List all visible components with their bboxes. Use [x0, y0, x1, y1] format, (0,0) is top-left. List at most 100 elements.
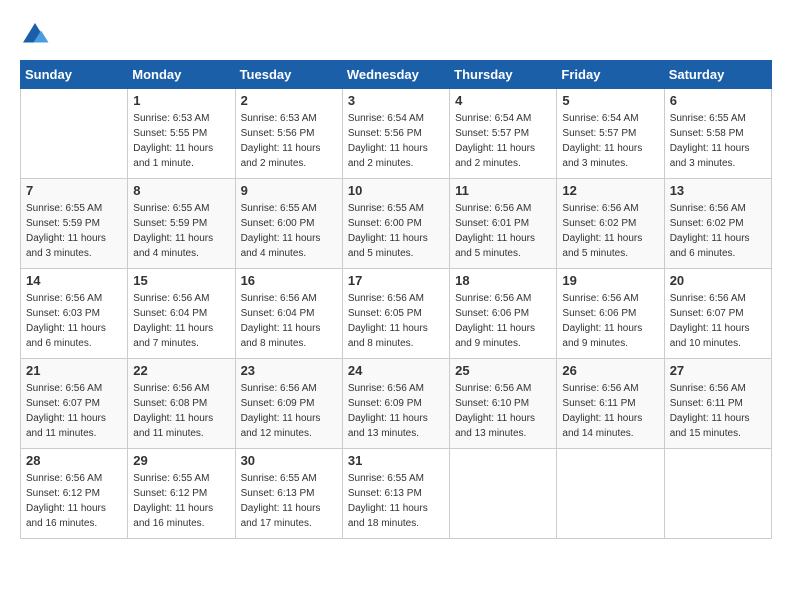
day-info: Sunrise: 6:56 AMSunset: 6:05 PMDaylight:…: [348, 291, 444, 351]
calendar-cell: 23 Sunrise: 6:56 AMSunset: 6:09 PMDayligh…: [235, 359, 342, 449]
logo: [20, 20, 54, 50]
day-number: 9: [241, 183, 337, 198]
day-number: 11: [455, 183, 551, 198]
day-number: 4: [455, 93, 551, 108]
calendar-cell: 30 Sunrise: 6:55 AMSunset: 6:13 PMDayligh…: [235, 449, 342, 539]
day-info: Sunrise: 6:55 AMSunset: 6:13 PMDaylight:…: [241, 471, 337, 531]
day-number: 10: [348, 183, 444, 198]
calendar-cell: 17 Sunrise: 6:56 AMSunset: 6:05 PMDayligh…: [342, 269, 449, 359]
day-number: 22: [133, 363, 229, 378]
day-info: Sunrise: 6:56 AMSunset: 6:09 PMDaylight:…: [348, 381, 444, 441]
header-day: Wednesday: [342, 61, 449, 89]
day-number: 26: [562, 363, 658, 378]
day-info: Sunrise: 6:55 AMSunset: 5:59 PMDaylight:…: [26, 201, 122, 261]
day-number: 3: [348, 93, 444, 108]
calendar-cell: 6 Sunrise: 6:55 AMSunset: 5:58 PMDaylight…: [664, 89, 771, 179]
calendar-cell: 14Sunrise: 6:56 AMSunset: 6:03 PMDayligh…: [21, 269, 128, 359]
calendar-cell: 10Sunrise: 6:55 AMSunset: 6:00 PMDayligh…: [342, 179, 449, 269]
header-day: Monday: [128, 61, 235, 89]
day-number: 14: [26, 273, 122, 288]
calendar-table: SundayMondayTuesdayWednesdayThursdayFrid…: [20, 60, 772, 539]
calendar-cell: 13 Sunrise: 6:56 AMSunset: 6:02 PMDayligh…: [664, 179, 771, 269]
day-info: Sunrise: 6:56 AMSunset: 6:10 PMDaylight:…: [455, 381, 551, 441]
day-info: Sunrise: 6:56 AMSunset: 6:06 PMDaylight:…: [562, 291, 658, 351]
calendar-cell: 25 Sunrise: 6:56 AMSunset: 6:10 PMDayligh…: [450, 359, 557, 449]
day-info: Sunrise: 6:56 AMSunset: 6:06 PMDaylight:…: [455, 291, 551, 351]
calendar-cell: 18 Sunrise: 6:56 AMSunset: 6:06 PMDayligh…: [450, 269, 557, 359]
page-header: [20, 20, 772, 50]
calendar-cell: [557, 449, 664, 539]
day-number: 28: [26, 453, 122, 468]
calendar-cell: 19 Sunrise: 6:56 AMSunset: 6:06 PMDayligh…: [557, 269, 664, 359]
day-info: Sunrise: 6:54 AMSunset: 5:57 PMDaylight:…: [455, 111, 551, 171]
header-day: Friday: [557, 61, 664, 89]
day-number: 12: [562, 183, 658, 198]
day-number: 20: [670, 273, 766, 288]
calendar-week: 14Sunrise: 6:56 AMSunset: 6:03 PMDayligh…: [21, 269, 772, 359]
day-info: Sunrise: 6:56 AMSunset: 6:12 PMDaylight:…: [26, 471, 122, 531]
day-info: Sunrise: 6:56 AMSunset: 6:02 PMDaylight:…: [562, 201, 658, 261]
header-day: Saturday: [664, 61, 771, 89]
day-number: 25: [455, 363, 551, 378]
calendar-cell: 26 Sunrise: 6:56 AMSunset: 6:11 PMDayligh…: [557, 359, 664, 449]
day-info: Sunrise: 6:56 AMSunset: 6:01 PMDaylight:…: [455, 201, 551, 261]
day-info: Sunrise: 6:55 AMSunset: 5:58 PMDaylight:…: [670, 111, 766, 171]
header-day: Tuesday: [235, 61, 342, 89]
day-info: Sunrise: 6:56 AMSunset: 6:07 PMDaylight:…: [670, 291, 766, 351]
calendar-cell: 5 Sunrise: 6:54 AMSunset: 5:57 PMDaylight…: [557, 89, 664, 179]
day-number: 5: [562, 93, 658, 108]
calendar-cell: 2 Sunrise: 6:53 AMSunset: 5:56 PMDaylight…: [235, 89, 342, 179]
calendar-week: 7 Sunrise: 6:55 AMSunset: 5:59 PMDaylight…: [21, 179, 772, 269]
day-number: 23: [241, 363, 337, 378]
day-number: 29: [133, 453, 229, 468]
calendar-cell: 11 Sunrise: 6:56 AMSunset: 6:01 PMDayligh…: [450, 179, 557, 269]
calendar-cell: 16Sunrise: 6:56 AMSunset: 6:04 PMDayligh…: [235, 269, 342, 359]
calendar-cell: 27Sunrise: 6:56 AMSunset: 6:11 PMDayligh…: [664, 359, 771, 449]
day-info: Sunrise: 6:56 AMSunset: 6:11 PMDaylight:…: [562, 381, 658, 441]
calendar-cell: 20 Sunrise: 6:56 AMSunset: 6:07 PMDayligh…: [664, 269, 771, 359]
day-info: Sunrise: 6:56 AMSunset: 6:04 PMDaylight:…: [241, 291, 337, 351]
day-number: 13: [670, 183, 766, 198]
day-number: 15: [133, 273, 229, 288]
day-info: Sunrise: 6:56 AMSunset: 6:04 PMDaylight:…: [133, 291, 229, 351]
day-number: 19: [562, 273, 658, 288]
day-info: Sunrise: 6:56 AMSunset: 6:09 PMDaylight:…: [241, 381, 337, 441]
calendar-cell: 12 Sunrise: 6:56 AMSunset: 6:02 PMDayligh…: [557, 179, 664, 269]
day-number: 17: [348, 273, 444, 288]
day-number: 31: [348, 453, 444, 468]
day-info: Sunrise: 6:53 AMSunset: 5:55 PMDaylight:…: [133, 111, 229, 171]
calendar-week: 21 Sunrise: 6:56 AMSunset: 6:07 PMDayligh…: [21, 359, 772, 449]
day-info: Sunrise: 6:54 AMSunset: 5:57 PMDaylight:…: [562, 111, 658, 171]
header-row: SundayMondayTuesdayWednesdayThursdayFrid…: [21, 61, 772, 89]
day-number: 24: [348, 363, 444, 378]
day-info: Sunrise: 6:55 AMSunset: 5:59 PMDaylight:…: [133, 201, 229, 261]
calendar-cell: 15 Sunrise: 6:56 AMSunset: 6:04 PMDayligh…: [128, 269, 235, 359]
day-info: Sunrise: 6:53 AMSunset: 5:56 PMDaylight:…: [241, 111, 337, 171]
calendar-cell: [21, 89, 128, 179]
calendar-cell: [450, 449, 557, 539]
header-day: Thursday: [450, 61, 557, 89]
day-info: Sunrise: 6:55 AMSunset: 6:12 PMDaylight:…: [133, 471, 229, 531]
day-number: 18: [455, 273, 551, 288]
logo-icon: [20, 20, 50, 50]
calendar-cell: 31Sunrise: 6:55 AMSunset: 6:13 PMDayligh…: [342, 449, 449, 539]
day-info: Sunrise: 6:55 AMSunset: 6:00 PMDaylight:…: [241, 201, 337, 261]
day-number: 1: [133, 93, 229, 108]
day-number: 2: [241, 93, 337, 108]
day-info: Sunrise: 6:56 AMSunset: 6:08 PMDaylight:…: [133, 381, 229, 441]
calendar-cell: 3 Sunrise: 6:54 AMSunset: 5:56 PMDaylight…: [342, 89, 449, 179]
calendar-cell: 9 Sunrise: 6:55 AMSunset: 6:00 PMDaylight…: [235, 179, 342, 269]
day-number: 30: [241, 453, 337, 468]
calendar-cell: 24 Sunrise: 6:56 AMSunset: 6:09 PMDayligh…: [342, 359, 449, 449]
day-info: Sunrise: 6:54 AMSunset: 5:56 PMDaylight:…: [348, 111, 444, 171]
day-info: Sunrise: 6:56 AMSunset: 6:07 PMDaylight:…: [26, 381, 122, 441]
day-number: 7: [26, 183, 122, 198]
day-info: Sunrise: 6:56 AMSunset: 6:02 PMDaylight:…: [670, 201, 766, 261]
day-number: 6: [670, 93, 766, 108]
day-number: 8: [133, 183, 229, 198]
calendar-cell: 4 Sunrise: 6:54 AMSunset: 5:57 PMDaylight…: [450, 89, 557, 179]
calendar-cell: [664, 449, 771, 539]
calendar-cell: 29 Sunrise: 6:55 AMSunset: 6:12 PMDayligh…: [128, 449, 235, 539]
day-info: Sunrise: 6:56 AMSunset: 6:11 PMDaylight:…: [670, 381, 766, 441]
day-number: 21: [26, 363, 122, 378]
